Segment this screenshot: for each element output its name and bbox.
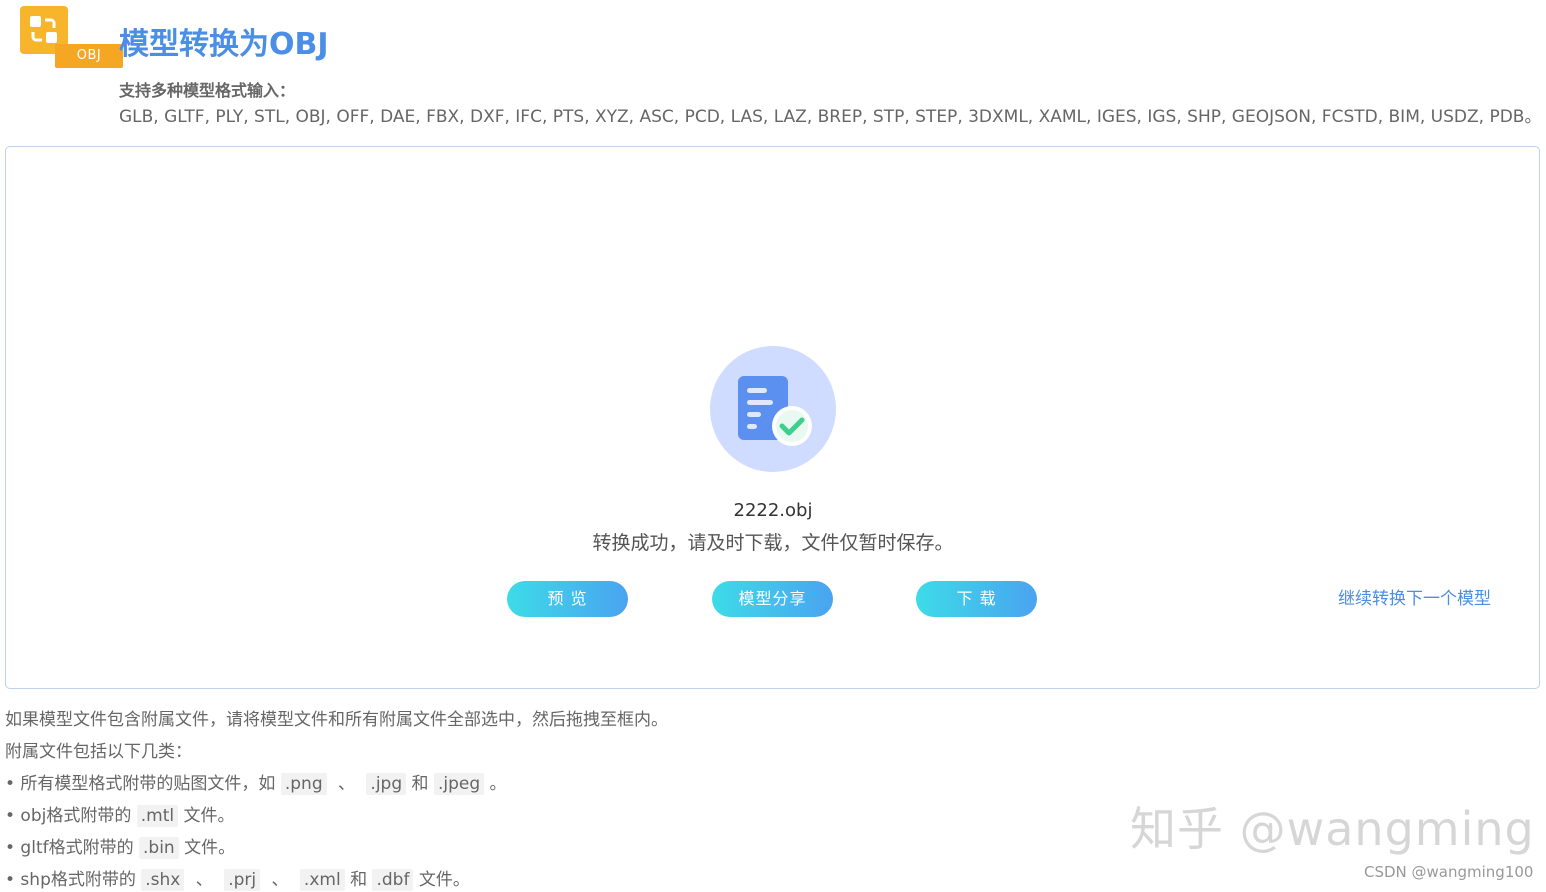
- notes-item-suffix: 文件。: [184, 838, 236, 858]
- preview-button[interactable]: 预 览: [507, 581, 628, 617]
- supported-formats: GLB, GLTF, PLY, STL, OBJ, OFF, DAE, FBX,…: [119, 107, 1542, 127]
- notes-item-suffix: 文件。: [418, 870, 470, 890]
- notes-item-suffix: 。: [489, 774, 507, 794]
- success-file-icon: [710, 346, 836, 472]
- code-tag: .xml: [299, 869, 345, 891]
- notes-item-gltf: • gltf格式附带的 .bin 文件。: [5, 832, 668, 864]
- notes-item-text: • shp格式附带的: [5, 870, 136, 890]
- notes-item-text: • gltf格式附带的: [5, 838, 134, 858]
- code-tag: .jpeg: [433, 773, 485, 795]
- notes-item-shp: • shp格式附带的 .shx 、 .prj 、 .xml 和 .dbf 文件。: [5, 864, 668, 892]
- notes-line-2: 附属文件包括以下几类：: [5, 742, 192, 762]
- code-tag: .jpg: [366, 773, 407, 795]
- success-message: 转换成功，请及时下载，文件仅暂时保存。: [592, 532, 954, 554]
- code-tag: .shx: [141, 869, 185, 891]
- attachment-notes: 如果模型文件包含附属文件，请将模型文件和所有附属文件全部选中，然后拖拽至框内。 …: [5, 704, 668, 892]
- separator: 、: [271, 870, 289, 890]
- csdn-watermark: CSDN @wangming100: [1364, 863, 1534, 881]
- page-title: 模型转换为OBJ: [119, 27, 329, 62]
- convert-next-model-link[interactable]: 继续转换下一个模型: [1338, 584, 1491, 609]
- model-share-button[interactable]: 模型分享: [712, 581, 833, 617]
- conjunction: 和: [350, 870, 368, 890]
- zhihu-watermark: 知乎 @wangming: [1130, 802, 1535, 856]
- obj-converter-logo: OBJ: [20, 6, 123, 68]
- separator: 、: [338, 774, 356, 794]
- download-button[interactable]: 下 载: [916, 581, 1037, 617]
- notes-item-texture: • 所有模型格式附带的贴图文件，如 .png 、 .jpg 和 .jpeg 。: [5, 768, 668, 800]
- code-tag: .dbf: [372, 869, 414, 891]
- notes-item-suffix: 文件。: [183, 806, 235, 826]
- code-tag: .prj: [224, 869, 261, 891]
- notes-item-text: • 所有模型格式附带的贴图文件，如: [5, 774, 276, 794]
- conjunction: 和: [411, 774, 429, 794]
- notes-item-obj: • obj格式附带的 .mtl 文件。: [5, 800, 668, 832]
- converted-filename: 2222.obj: [733, 500, 813, 521]
- code-tag: .mtl: [136, 805, 179, 827]
- notes-item-text: • obj格式附带的: [5, 806, 132, 826]
- obj-tag: OBJ: [55, 44, 123, 68]
- page: OBJ 模型转换为OBJ 支持多种模型格式输入： GLB, GLTF, PLY,…: [0, 0, 1546, 892]
- support-label: 支持多种模型格式输入：: [119, 81, 296, 100]
- code-tag: .png: [280, 773, 327, 795]
- separator: 、: [195, 870, 213, 890]
- notes-line-1: 如果模型文件包含附属文件，请将模型文件和所有附属文件全部选中，然后拖拽至框内。: [5, 710, 668, 730]
- code-tag: .bin: [139, 837, 179, 859]
